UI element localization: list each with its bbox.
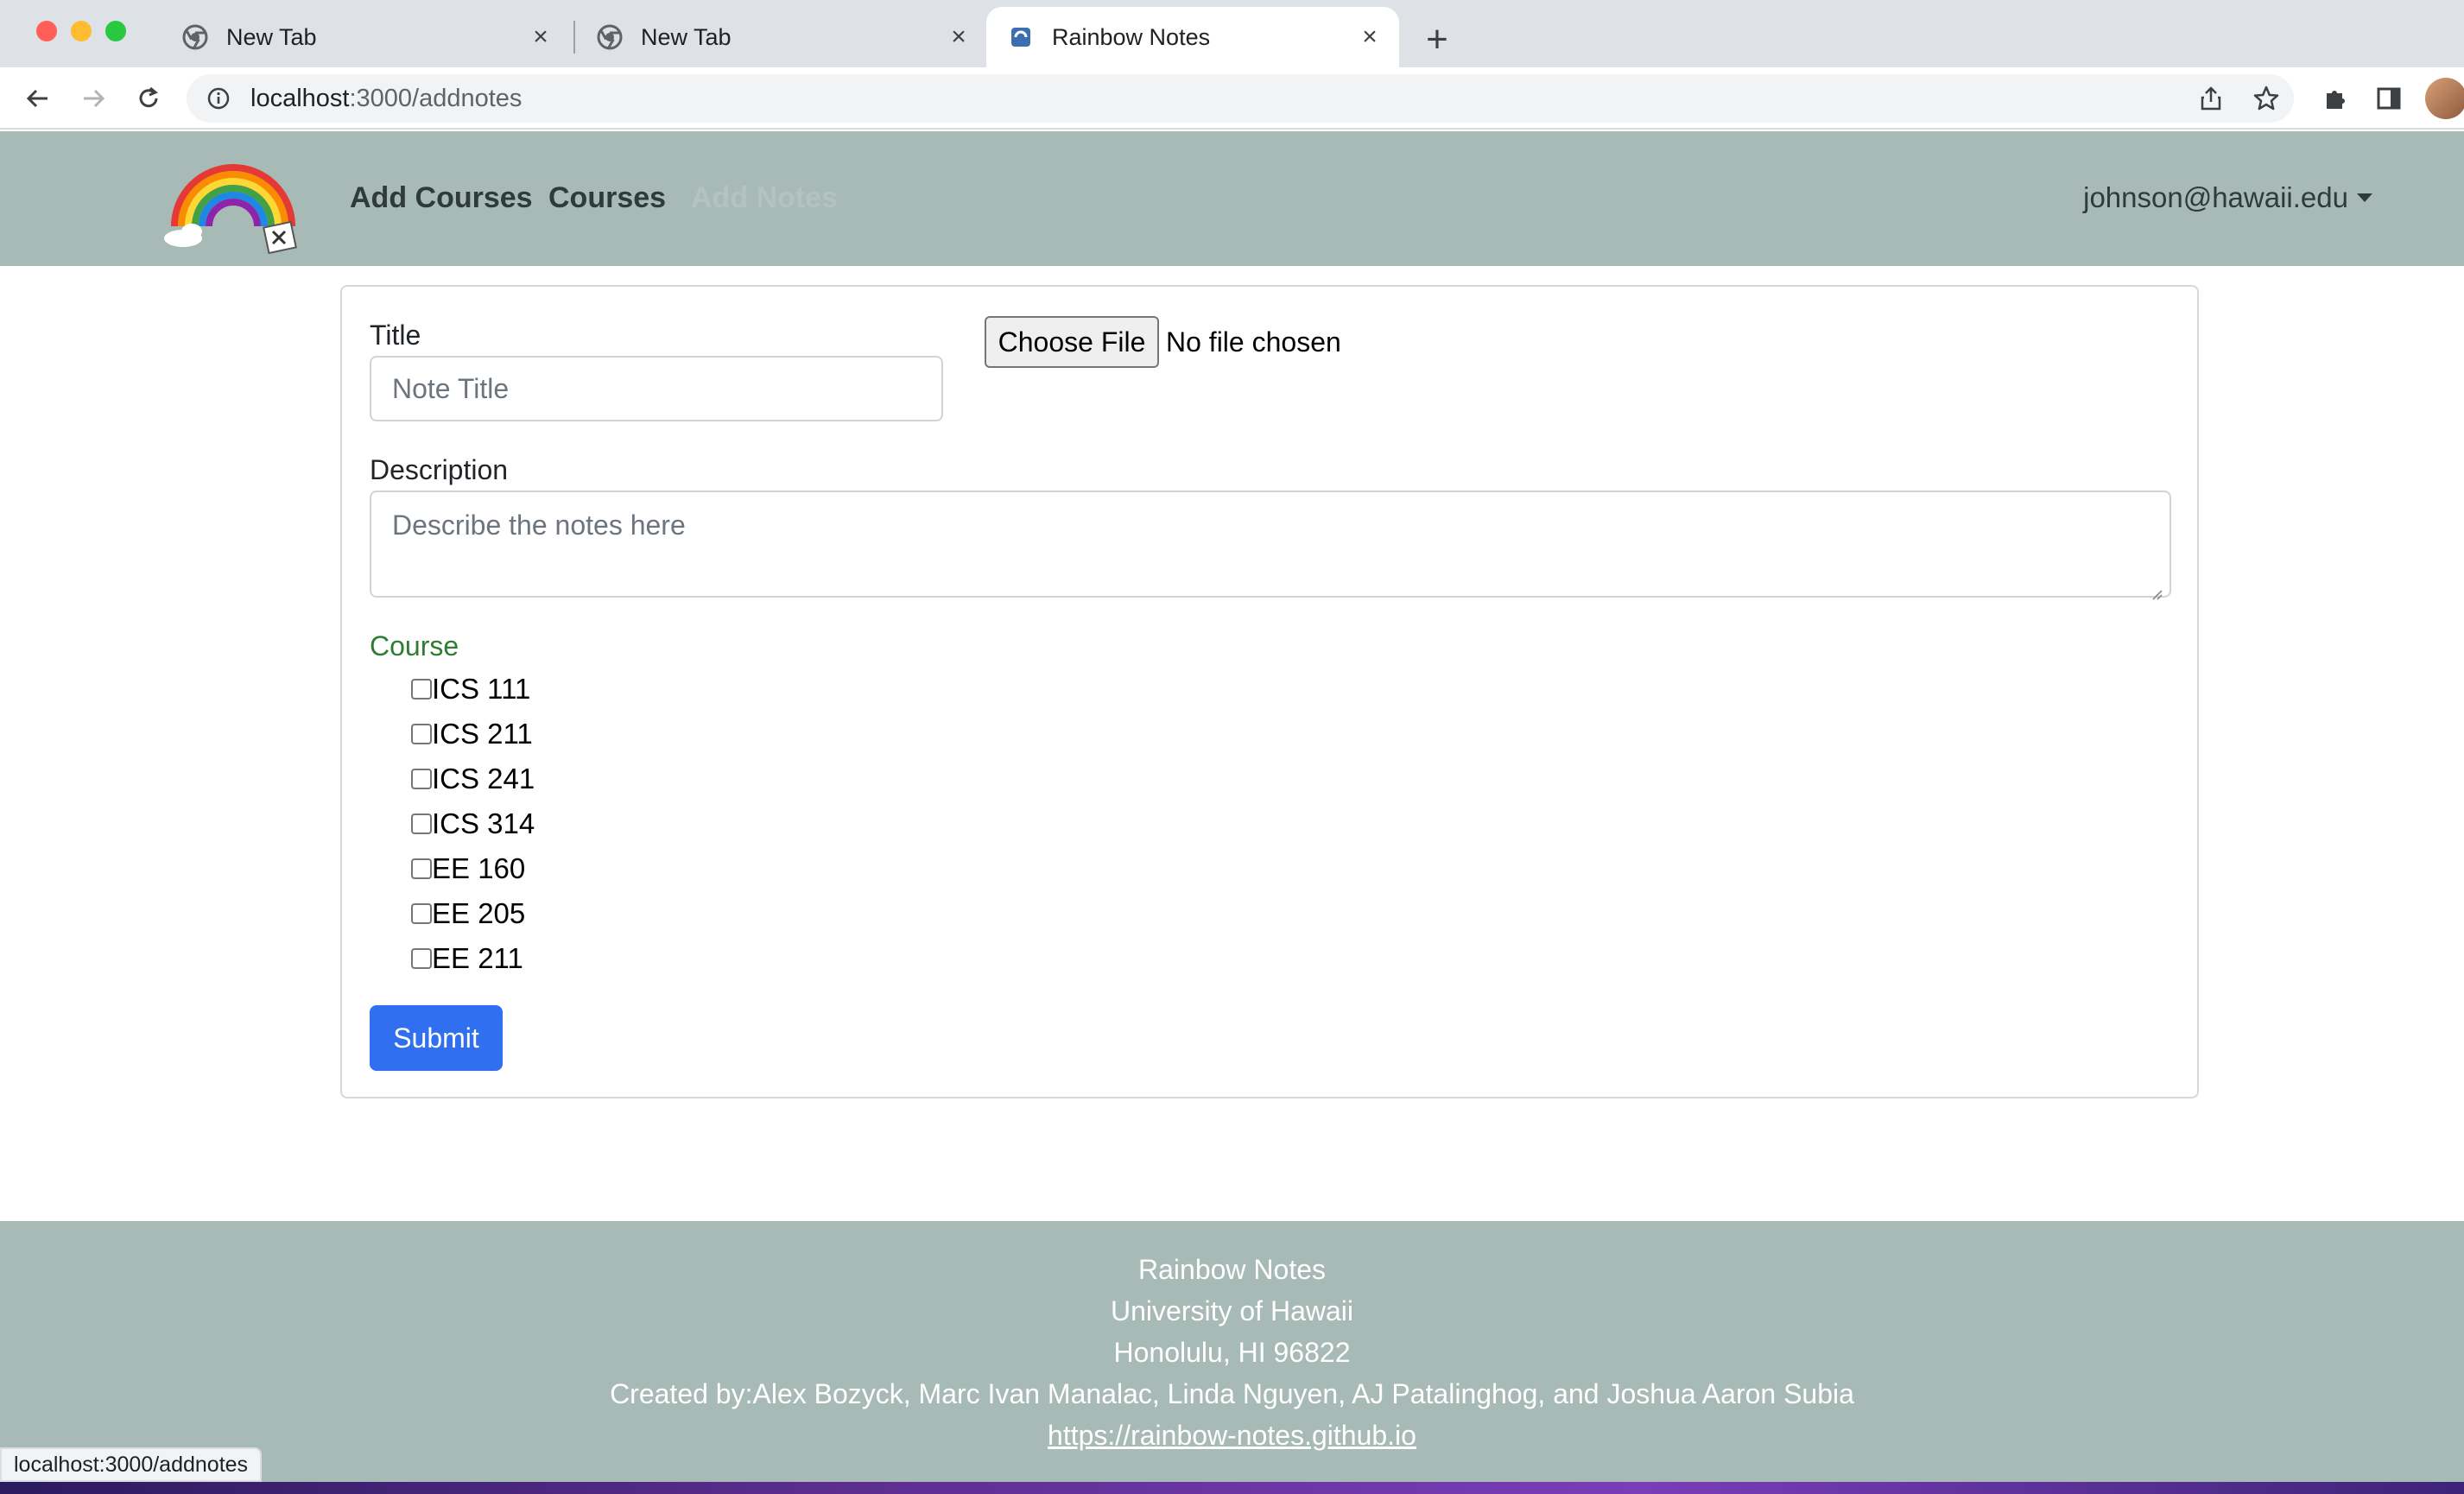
nav-add-courses[interactable]: Add Courses [350, 181, 533, 215]
nav-courses[interactable]: Courses [548, 181, 666, 215]
footer: Rainbow Notes University of Hawaii Honol… [0, 1221, 2464, 1482]
rainbow-logo-icon[interactable] [164, 150, 302, 255]
description-label: Description [370, 454, 509, 485]
tab-title: New Tab [226, 23, 317, 50]
course-name: EE 160 [432, 852, 526, 884]
browser-toolbar: localhost:3000/addnotes [0, 67, 2464, 130]
course-checkbox[interactable] [411, 679, 432, 700]
address-bar[interactable]: localhost:3000/addnotes [187, 74, 2294, 123]
close-icon[interactable]: × [943, 22, 974, 53]
course-checkbox[interactable] [411, 948, 432, 969]
close-icon[interactable]: × [1354, 22, 1385, 53]
course-name: EE 205 [432, 897, 526, 929]
bookmark-star-icon[interactable] [2245, 78, 2287, 119]
browser-tab-active[interactable]: Rainbow Notes × [986, 7, 1399, 67]
course-checkbox[interactable] [411, 903, 432, 924]
footer-app-name: Rainbow Notes [1138, 1254, 1326, 1285]
close-icon[interactable]: × [525, 22, 556, 53]
back-arrow-icon[interactable] [17, 78, 59, 119]
course-name: ICS 314 [432, 807, 535, 839]
course-checkbox[interactable] [411, 724, 432, 744]
info-icon[interactable] [206, 85, 231, 111]
app-favicon-icon [1007, 23, 1035, 51]
window-zoom-button[interactable] [105, 21, 126, 41]
course-option[interactable]: EE 211 [411, 936, 523, 981]
course-option[interactable]: ICS 211 [411, 712, 533, 756]
course-option[interactable]: EE 160 [411, 846, 525, 891]
profile-avatar[interactable] [2425, 78, 2464, 119]
tab-title: Rainbow Notes [1052, 23, 1211, 50]
share-icon[interactable] [2190, 78, 2232, 119]
course-checkbox[interactable] [411, 769, 432, 789]
tab-title: New Tab [641, 23, 732, 50]
chrome-icon [596, 23, 624, 51]
course-name: ICS 211 [432, 718, 533, 750]
description-placeholder: Describe the notes here [392, 510, 686, 541]
choose-file-button[interactable]: Choose File [985, 316, 1159, 368]
extensions-puzzle-icon[interactable] [2315, 78, 2356, 119]
side-panel-icon[interactable] [2368, 78, 2410, 119]
status-bar-url: localhost:3000/addnotes [0, 1447, 263, 1482]
footer-university: University of Hawaii [1111, 1295, 1353, 1326]
course-option[interactable]: ICS 111 [411, 667, 530, 712]
browser-tab[interactable]: New Tab × [575, 7, 988, 67]
user-dropdown[interactable]: johnson@hawaii.edu [2083, 181, 2372, 214]
title-label: Title [370, 320, 421, 351]
course-option[interactable]: ICS 241 [411, 756, 535, 801]
github-link[interactable]: https://rainbow-notes.github.io [1048, 1420, 1416, 1451]
window-minimize-button[interactable] [71, 21, 92, 41]
new-tab-plus-icon[interactable]: + [1416, 18, 1458, 60]
course-checkbox[interactable] [411, 813, 432, 834]
file-status: No file chosen [1166, 326, 1341, 358]
course-name: ICS 111 [432, 673, 531, 705]
course-checkbox[interactable] [411, 858, 432, 879]
course-option[interactable]: ICS 314 [411, 801, 535, 846]
title-input[interactable]: Note Title [370, 356, 943, 421]
footer-link-row: https://rainbow-notes.github.io [0, 1420, 2464, 1452]
resize-grip-icon[interactable] [2149, 575, 2163, 600]
title-placeholder: Note Title [392, 372, 510, 404]
nav-add-notes[interactable]: Add Notes [691, 181, 838, 215]
footer-address: Honolulu, HI 96822 [1113, 1337, 1351, 1368]
forward-arrow-icon[interactable] [73, 78, 114, 119]
user-email: johnson@hawaii.edu [2083, 181, 2348, 213]
desktop-strip [0, 1482, 2464, 1494]
course-name: EE 211 [432, 942, 523, 974]
window-close-button[interactable] [36, 21, 57, 41]
browser-tab-strip: New Tab × New Tab × Rainbow Notes × + [0, 0, 2464, 67]
reload-icon[interactable] [128, 78, 169, 119]
course-label: Course [370, 630, 459, 662]
course-option[interactable]: EE 205 [411, 891, 525, 936]
description-textarea[interactable]: Describe the notes here [370, 491, 2171, 600]
add-note-form: Title Note Title Choose File No file cho… [340, 285, 2199, 1098]
submit-button[interactable]: Submit [370, 1005, 503, 1071]
app-navbar: Add Courses Courses Add Notes johnson@ha… [0, 131, 2464, 266]
footer-credits: Created by:Alex Bozyck, Marc Ivan Manala… [610, 1378, 1854, 1409]
browser-tab[interactable]: New Tab × [161, 7, 570, 67]
url-text: localhost:3000/addnotes [250, 84, 523, 112]
chrome-icon [181, 23, 209, 51]
caret-down-icon [2357, 193, 2372, 202]
course-name: ICS 241 [432, 763, 535, 794]
